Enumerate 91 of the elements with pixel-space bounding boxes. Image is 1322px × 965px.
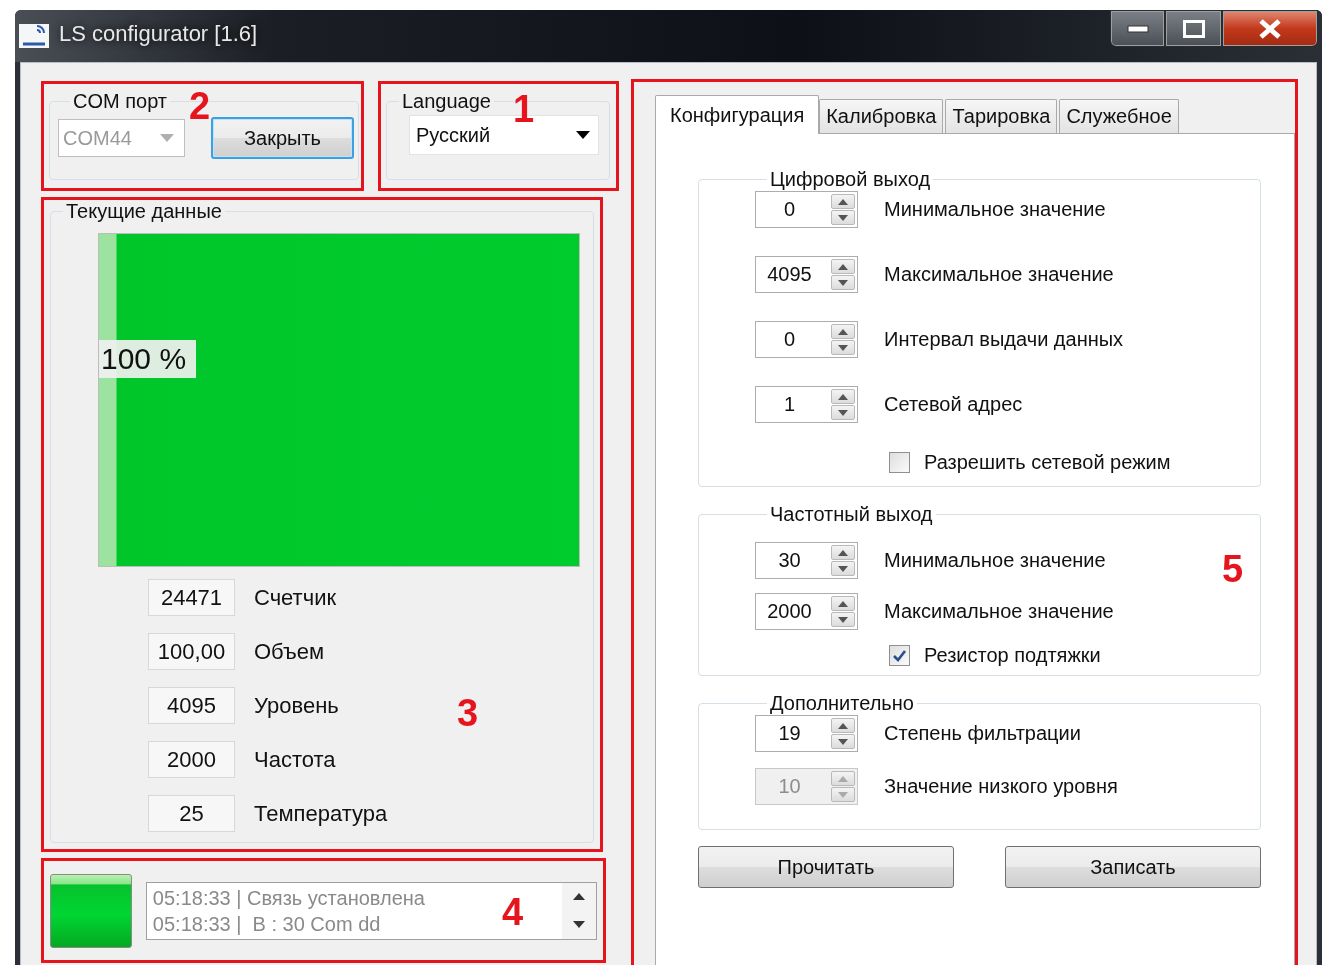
dropdown-arrow-icon	[160, 134, 174, 142]
checkbox[interactable]	[889, 452, 910, 473]
number-field[interactable]: 2000	[755, 593, 858, 630]
scroll-down-icon[interactable]	[573, 921, 585, 928]
action-button[interactable]: Прочитать	[698, 846, 954, 888]
close-button[interactable]	[1222, 10, 1318, 47]
reading-value: 4095	[148, 687, 235, 724]
spin-down-button[interactable]	[831, 275, 855, 290]
annotation-number: 3	[457, 694, 479, 732]
caret-up-icon	[838, 600, 848, 607]
checkbox[interactable]	[889, 645, 910, 666]
reading-value: 2000	[148, 741, 235, 778]
close-icon	[1258, 18, 1282, 39]
log-line: 05:18:33 | Связь установлена	[152, 885, 425, 911]
reading-label: Частота	[254, 746, 336, 773]
spin-down-button[interactable]	[831, 734, 855, 749]
scroll-up-icon[interactable]	[573, 893, 585, 900]
spin-up-button[interactable]	[831, 718, 855, 733]
caret-down-icon	[838, 214, 848, 221]
number-field[interactable]: 0	[755, 321, 858, 358]
caret-up-icon	[838, 775, 848, 782]
caret-up-icon	[838, 549, 848, 556]
annotation-number: 5	[1222, 550, 1244, 588]
tab[interactable]: Служебное	[1059, 99, 1179, 133]
caret-down-icon	[838, 344, 848, 351]
group-title: Дополнительно	[769, 692, 915, 715]
field-label: Минимальное значение	[884, 198, 1106, 221]
reading-label: Уровень	[254, 692, 339, 719]
caret-up-icon	[838, 393, 848, 400]
spin-up-button[interactable]	[831, 194, 855, 209]
number-field[interactable]: 19	[755, 715, 858, 752]
reading-label: Температура	[254, 800, 388, 827]
group-title: Цифровой выход	[769, 168, 932, 191]
field-label: Максимальное значение	[884, 600, 1114, 623]
spin-down-button[interactable]	[831, 340, 855, 355]
group-title: Language	[401, 90, 492, 113]
group-title: Текущие данные	[65, 200, 223, 223]
maximize-button[interactable]	[1165, 10, 1222, 47]
spin-down-button[interactable]	[831, 405, 855, 420]
caret-down-icon	[838, 616, 848, 623]
spin-up-button[interactable]	[831, 259, 855, 274]
tab[interactable]: Тарировка	[945, 99, 1058, 133]
caret-up-icon	[838, 328, 848, 335]
tab[interactable]: Конфигурация	[655, 95, 820, 134]
spin-down-button[interactable]	[831, 612, 855, 627]
action-button[interactable]: Записать	[1005, 846, 1261, 888]
number-field[interactable]: 0	[755, 191, 858, 228]
reading-label: Счетчик	[254, 584, 337, 611]
caret-up-icon	[838, 198, 848, 205]
caret-down-icon	[838, 279, 848, 286]
group-title: Частотный выход	[769, 503, 934, 526]
close-port-button[interactable]: Закрыть	[211, 117, 354, 159]
minimize-button[interactable]	[1110, 10, 1165, 47]
caret-down-icon	[838, 409, 848, 416]
caret-up-icon	[838, 722, 848, 729]
spin-down-button[interactable]	[831, 561, 855, 576]
gauge-reading: 100 %	[99, 340, 197, 378]
reading-value: 100,00	[148, 633, 235, 670]
log-line: 05:18:33 | B : 30 Com dd	[152, 911, 381, 937]
maximize-icon	[1182, 19, 1205, 38]
annotation-number: 4	[502, 893, 524, 931]
caret-down-icon	[838, 565, 848, 572]
reading-label: Объем	[254, 638, 325, 665]
annotation-number: 2	[189, 87, 211, 125]
group-title: COM порт	[72, 90, 168, 113]
caret-up-icon	[838, 263, 848, 270]
number-field[interactable]: 1	[755, 386, 858, 423]
field-label: Значение низкого уровня	[884, 775, 1118, 798]
field-label: Сетевой адрес	[884, 393, 1023, 416]
checkbox-label: Разрешить сетевой режим	[924, 451, 1171, 474]
check-icon	[892, 648, 907, 663]
reading-value: 24471	[148, 579, 235, 616]
spin-up-button[interactable]	[831, 545, 855, 560]
field-label: Максимальное значение	[884, 263, 1114, 286]
spin-up-button[interactable]	[831, 389, 855, 404]
spin-up-button[interactable]	[831, 324, 855, 339]
spin-down-button[interactable]	[831, 210, 855, 225]
minimize-icon	[1126, 24, 1149, 33]
window-title: LS configurator [1.6]	[59, 21, 258, 47]
spin-up-button[interactable]	[831, 596, 855, 611]
number-field[interactable]: 30	[755, 542, 858, 579]
caret-down-icon	[838, 738, 848, 745]
dropdown-arrow-icon	[576, 131, 590, 139]
number-field[interactable]: 4095	[755, 256, 858, 293]
checkbox-label: Резистор подтяжки	[924, 644, 1101, 667]
field-label: Интервал выдачи данных	[884, 328, 1124, 351]
reading-value: 25	[148, 795, 235, 832]
caret-down-icon	[838, 791, 848, 798]
tab[interactable]: Калибровка	[819, 99, 944, 133]
field-label: Минимальное значение	[884, 549, 1106, 572]
field-label: Степень фильтрации	[884, 722, 1081, 745]
